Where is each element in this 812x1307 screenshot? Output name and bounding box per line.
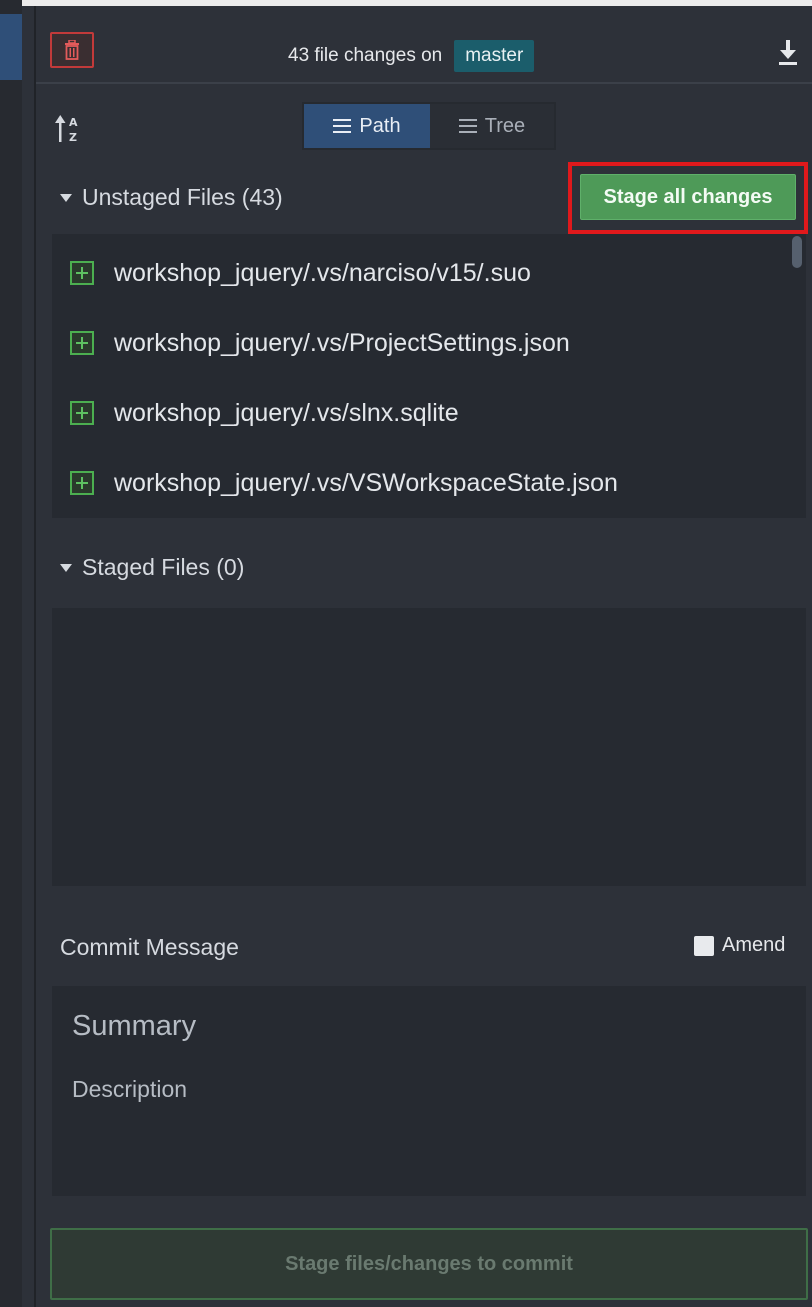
file-path: workshop_jquery/.vs/VSWorkspaceState.jso… (114, 468, 618, 497)
list-item[interactable]: workshop_jquery/.vs/ProjectSettings.json (52, 308, 792, 378)
file-path: workshop_jquery/.vs/narciso/v15/.suo (114, 258, 531, 287)
plus-square-icon[interactable] (70, 331, 94, 355)
plus-square-icon[interactable] (70, 261, 94, 285)
path-view-button[interactable]: Path (304, 104, 430, 148)
list-item[interactable]: workshop_jquery/.vs/VSWorkspaceState.jso… (52, 448, 792, 518)
staged-title: Staged Files (0) (82, 554, 245, 580)
commit-panel: 43 file changes on master A Z Path Tree (36, 6, 812, 1307)
sort-az-icon[interactable]: A Z (54, 112, 84, 146)
change-count-text: 43 file changes on (288, 45, 443, 66)
plus-square-icon[interactable] (70, 401, 94, 425)
staged-section-header[interactable]: Staged Files (0) (60, 554, 244, 581)
amend-label: Amend (722, 934, 786, 956)
svg-text:A: A (69, 116, 78, 129)
trash-icon (65, 40, 79, 60)
commit-message-label: Commit Message (60, 934, 239, 960)
panel-header: 43 file changes on master (36, 20, 812, 84)
unstaged-title: Unstaged Files (43) (82, 184, 283, 210)
file-list-scrollbar[interactable] (792, 236, 802, 268)
tree-view-button[interactable]: Tree (430, 104, 554, 148)
change-summary: 43 file changes on master (288, 40, 535, 72)
view-mode-toggle: Path Tree (302, 102, 556, 150)
adjacent-panel (0, 0, 22, 1307)
file-path: workshop_jquery/.vs/slnx.sqlite (114, 398, 459, 427)
caret-down-icon (60, 563, 72, 572)
plus-square-icon[interactable] (70, 471, 94, 495)
checkbox-box[interactable] (694, 935, 714, 956)
summary-input[interactable]: Summary (72, 1010, 196, 1043)
stage-all-changes-button[interactable]: Stage all changes (580, 174, 796, 220)
tree-view-label: Tree (484, 114, 526, 137)
list-icon (458, 119, 477, 133)
list-item[interactable]: workshop_jquery/.vs/narciso/v15/.suo (52, 238, 792, 308)
download-icon[interactable] (776, 38, 800, 66)
branch-badge[interactable]: master (454, 40, 535, 72)
git-commit-panel-screen: 43 file changes on master A Z Path Tree (0, 0, 812, 1307)
staged-file-list[interactable] (52, 608, 806, 886)
path-view-label: Path (359, 114, 401, 137)
unstaged-file-list[interactable]: workshop_jquery/.vs/narciso/v15/.suo wor… (52, 234, 806, 518)
file-path: workshop_jquery/.vs/ProjectSettings.json (114, 328, 570, 357)
caret-down-icon (60, 193, 72, 202)
list-item[interactable]: workshop_jquery/.vs/slnx.sqlite (52, 378, 792, 448)
list-icon (333, 119, 352, 133)
amend-checkbox[interactable]: Amend (694, 934, 785, 957)
discard-all-button[interactable] (50, 32, 94, 68)
commit-message-box: Summary Description (52, 986, 806, 1196)
unstaged-section-header[interactable]: Unstaged Files (43) (60, 184, 283, 211)
adjacent-panel-active-item[interactable] (0, 14, 22, 80)
commit-button[interactable]: Stage files/changes to commit (50, 1228, 808, 1300)
description-input[interactable]: Description (72, 1076, 187, 1103)
svg-text:Z: Z (69, 131, 77, 144)
